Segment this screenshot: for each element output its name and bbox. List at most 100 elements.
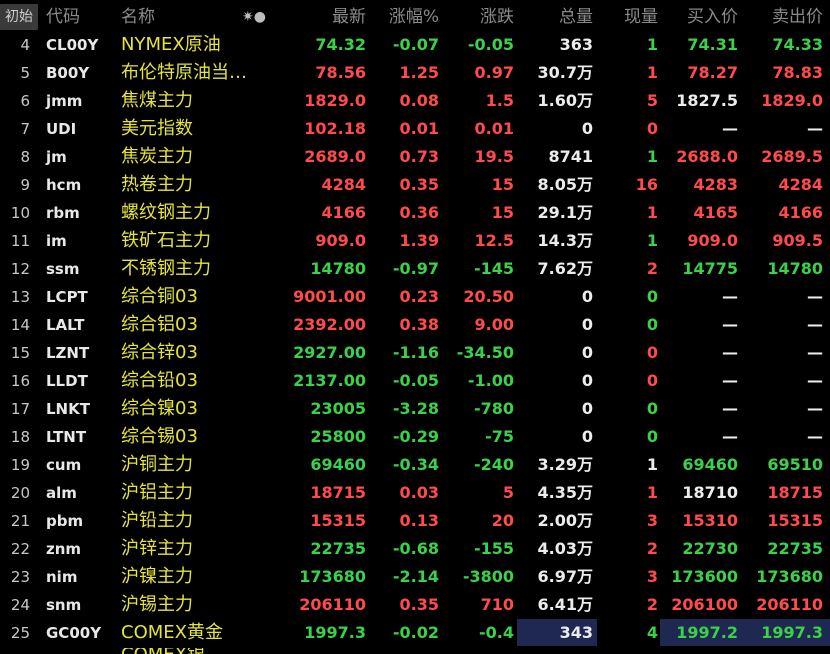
bid-price: 14775 (682, 259, 738, 278)
last-price: 206110 (299, 595, 366, 614)
last-price: 9001.00 (293, 287, 366, 306)
table-row[interactable]: 24 snm 沪锡主力 206110 0.35 710 6.41万 2 206100 206110 (0, 591, 830, 619)
column-settings-icon[interactable]: ✷● (242, 0, 266, 32)
symbol-code: LALT (46, 316, 85, 334)
ask-price: 173680 (756, 567, 823, 586)
last-price: 15315 (310, 511, 366, 530)
table-row[interactable]: 6 jmm 焦煤主力 1829.0 0.08 1.5 1.60万 5 1827.5 1829.0 (0, 87, 830, 115)
table-row[interactable]: 18 LTNT 综合锡03 25800 -0.29 -75 0 0 — — (0, 423, 830, 451)
symbol-name: 焦煤主力 (121, 90, 193, 111)
table-row[interactable]: 7 UDI 美元指数 102.18 0.01 0.01 0 0 — — (0, 115, 830, 143)
bid-price: — (722, 399, 738, 418)
change-percent: -0.05 (392, 371, 439, 390)
row-index: 18 (10, 428, 30, 446)
column-header-name[interactable]: 名称 (121, 0, 155, 32)
change-percent: -3.28 (392, 399, 439, 418)
last-price: 74.32 (315, 35, 366, 54)
row-index: 19 (10, 456, 30, 474)
symbol-code: GC00Y (46, 624, 102, 642)
current-volume: 0 (646, 119, 658, 138)
total-volume: 0 (581, 315, 593, 334)
last-price: 2927.00 (293, 343, 366, 362)
table-row[interactable]: 20 alm 沪铝主力 18715 0.03 5 4.35万 1 18710 18715 (0, 479, 830, 507)
change-percent: 1.25 (399, 63, 439, 82)
table-row[interactable]: 23 nim 沪镍主力 173680 -2.14 -3800 6.97万 3 173600 173… (0, 563, 830, 591)
table-row[interactable]: 4 CL00Y NYMEX原油 74.32 -0.07 -0.05 363 1 74.31 74.… (0, 31, 830, 59)
change-value: -1.00 (467, 371, 514, 390)
total-volume: 0 (581, 343, 593, 362)
column-header-pct[interactable]: 涨幅% (389, 0, 439, 32)
ask-price: 78.83 (772, 63, 823, 82)
symbol-code: LLDT (46, 372, 88, 390)
symbol-name: NYMEX原油 (121, 34, 221, 55)
table-row[interactable]: 11 im 铁矿石主力 909.0 1.39 12.5 14.3万 1 909.0 909.5 (0, 227, 830, 255)
change-value: 5 (502, 483, 514, 502)
table-row[interactable]: 21 pbm 沪铅主力 15315 0.13 20 2.00万 3 15310 15315 (0, 507, 830, 535)
ask-price: — (807, 119, 823, 138)
total-volume: 30.7万 (537, 63, 593, 82)
current-volume: 0 (646, 315, 658, 334)
table-row[interactable]: 13 LCPT 综合铜03 9001.00 0.23 20.50 0 0 — — (0, 283, 830, 311)
bid-price: 1997.2 (676, 623, 738, 642)
last-price: 173680 (299, 567, 366, 586)
column-header-ask[interactable]: 卖出价 (772, 0, 823, 32)
column-header-current[interactable]: 现量 (624, 0, 658, 32)
bid-price: — (722, 287, 738, 306)
current-volume: 0 (646, 371, 658, 390)
total-volume: 29.1万 (537, 203, 593, 222)
change-value: 9.00 (474, 315, 514, 334)
current-volume: 3 (646, 567, 658, 586)
bid-price: 18710 (682, 483, 738, 502)
total-volume: 4.03万 (537, 539, 593, 558)
table-row[interactable]: 9 hcm 热卷主力 4284 0.35 15 8.05万 16 4283 4284 (0, 171, 830, 199)
table-row[interactable]: 19 cum 沪铜主力 69460 -0.34 -240 3.29万 1 69460 69510 (0, 451, 830, 479)
table-row[interactable]: 12 ssm 不锈钢主力 14780 -0.97 -145 7.62万 2 14775 14780 (0, 255, 830, 283)
column-header-volume[interactable]: 总量 (559, 0, 593, 32)
column-header-last[interactable]: 最新 (332, 0, 366, 32)
table-row[interactable]: 5 B00Y 布伦特原油当… 78.56 1.25 0.97 30.7万 1 78.27 78.8… (0, 59, 830, 87)
init-button[interactable]: 初始 (0, 4, 38, 30)
bid-price: 1827.5 (676, 91, 738, 110)
table-row[interactable]: 25 GC00Y COMEX黄金 1997.3 -0.02 -0.4 343 4 1997.2 1… (0, 619, 830, 647)
table-row[interactable]: 16 LLDT 综合铅03 2137.00 -0.05 -1.00 0 0 — — (0, 367, 830, 395)
current-volume: 0 (646, 287, 658, 306)
total-volume: 363 (559, 35, 593, 54)
table-row[interactable]: 17 LNKT 综合镍03 23005 -3.28 -780 0 0 — — (0, 395, 830, 423)
table-header: 初始 代码 名称 ✷● 最新 涨幅% 涨跌 总量 现量 买入价 卖出价 (0, 0, 830, 32)
bid-price: — (722, 371, 738, 390)
total-volume: 0 (581, 287, 593, 306)
total-volume: 0 (581, 371, 593, 390)
table-row[interactable]: 15 LZNT 综合锌03 2927.00 -1.16 -34.50 0 0 — — (0, 339, 830, 367)
change-percent: 0.23 (399, 287, 439, 306)
symbol-name: 沪锡主力 (121, 594, 193, 615)
ask-price: 69510 (767, 455, 823, 474)
symbol-code: jm (46, 148, 67, 166)
symbol-name: 综合铜03 (121, 286, 198, 307)
column-header-code[interactable]: 代码 (46, 0, 80, 32)
column-header-change[interactable]: 涨跌 (480, 0, 514, 32)
table-row[interactable]: 10 rbm 螺纹钢主力 4166 0.36 15 29.1万 1 4165 4166 (0, 199, 830, 227)
bid-price: — (722, 427, 738, 446)
change-value: 19.5 (474, 147, 514, 166)
table-row[interactable]: 8 jm 焦炭主力 2689.0 0.73 19.5 8741 1 2688.0 2689.5 (0, 143, 830, 171)
change-percent: 0.08 (399, 91, 439, 110)
change-percent: 0.36 (399, 203, 439, 222)
ask-price: — (807, 371, 823, 390)
symbol-name: 综合锡03 (121, 426, 198, 447)
change-percent: 0.03 (399, 483, 439, 502)
table-row[interactable]: 14 LALT 综合铝03 2392.00 0.38 9.00 0 0 — — (0, 311, 830, 339)
partial-row-name: COMEX银 (121, 648, 205, 654)
current-volume: 1 (646, 203, 658, 222)
symbol-name: 螺纹钢主力 (121, 202, 211, 223)
change-value: -34.50 (456, 343, 514, 362)
bid-price: 206100 (671, 595, 738, 614)
symbol-name: 沪铜主力 (121, 454, 193, 475)
change-value: 1.5 (485, 91, 514, 110)
total-volume: 343 (559, 623, 593, 642)
column-header-bid[interactable]: 买入价 (687, 0, 738, 32)
change-percent: 1.39 (399, 231, 439, 250)
table-row[interactable]: 22 znm 沪锌主力 22735 -0.68 -155 4.03万 2 22730 22735 (0, 535, 830, 563)
total-volume: 6.41万 (537, 595, 593, 614)
symbol-code: LZNT (46, 344, 90, 362)
symbol-name: 不锈钢主力 (121, 258, 211, 279)
